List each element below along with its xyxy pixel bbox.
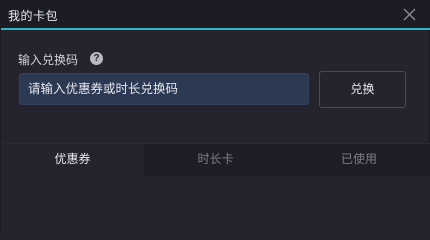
redeem-button[interactable]: 兑换 [319,71,406,108]
tab-content-area [1,176,430,232]
wallet-window: 我的卡包 输入兑换码 ? 请输入优惠券或时长兑换码 兑换 优惠券 时长卡 已使用 [0,0,430,232]
title-bar: 我的卡包 [1,0,430,30]
close-icon[interactable] [402,7,417,22]
tab-bar: 优惠券 时长卡 已使用 [1,143,430,177]
help-icon[interactable]: ? [90,52,103,65]
window-title: 我的卡包 [8,9,59,23]
redeem-code-input[interactable]: 请输入优惠券或时长兑换码 [19,73,309,105]
redeem-code-label: 输入兑换码 [18,53,79,67]
tab-time-cards[interactable]: 时长卡 [144,144,287,177]
tab-used[interactable]: 已使用 [287,144,430,177]
tab-coupons[interactable]: 优惠券 [1,144,144,177]
